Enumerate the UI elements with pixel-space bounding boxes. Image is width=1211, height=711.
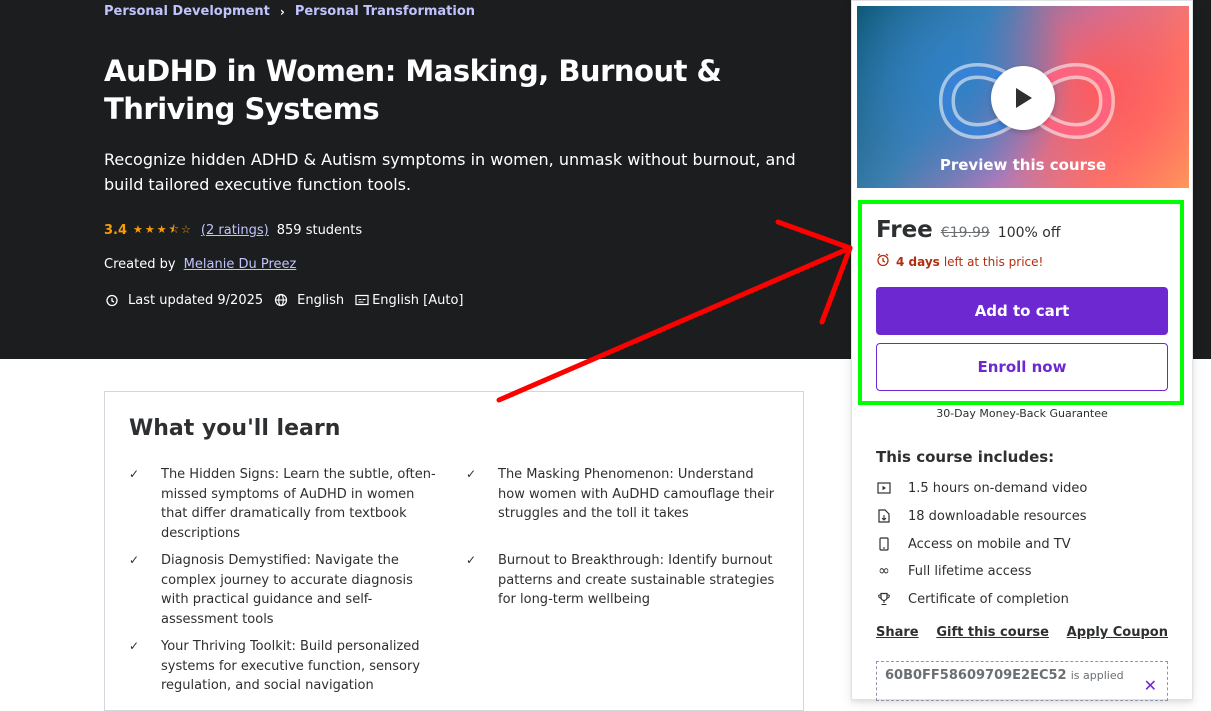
learn-item: ✓ The Hidden Signs: Learn the subtle, of…	[129, 465, 441, 543]
includes-text: 18 downloadable resources	[908, 508, 1087, 524]
money-back-guarantee: 30-Day Money-Back Guarantee	[936, 407, 1108, 420]
author-link[interactable]: Melanie Du Preez	[184, 257, 297, 272]
alarm-icon	[104, 292, 120, 308]
check-icon: ✓	[466, 553, 477, 567]
created-by-label: Created by	[104, 257, 176, 272]
play-icon[interactable]	[991, 66, 1055, 130]
captions-icon	[354, 292, 370, 308]
learn-title: What you'll learn	[129, 416, 341, 441]
rating-value: 3.4	[104, 223, 128, 238]
price-current: Free	[876, 217, 933, 243]
includes-title: This course includes:	[876, 448, 1055, 466]
close-icon[interactable]: ✕	[1144, 676, 1157, 695]
timer-days: 4 days	[896, 254, 940, 269]
breadcrumb: Personal Development › Personal Transfor…	[104, 4, 475, 19]
learn-item-text: Your Thriving Toolkit: Build personalize…	[161, 639, 421, 693]
course-subtitle: Recognize hidden ADHD & Autism symptoms …	[104, 150, 796, 194]
includes-text: Access on mobile and TV	[908, 536, 1071, 552]
includes-item: 18 downloadable resources	[876, 508, 1087, 524]
chevron-right-icon: ›	[279, 4, 285, 19]
infinity-icon: ∞	[878, 563, 890, 579]
created-by: Created by Melanie Du Preez	[104, 257, 296, 272]
add-to-cart-button[interactable]: Add to cart	[876, 287, 1168, 335]
captions: English [Auto]	[354, 292, 464, 308]
gift-course-link[interactable]: Gift this course	[936, 625, 1049, 640]
what-youll-learn: What you'll learn ✓ The Hidden Signs: Le…	[104, 391, 804, 711]
apply-coupon-link[interactable]: Apply Coupon	[1067, 625, 1168, 640]
price-discount: 100% off	[997, 225, 1061, 241]
learn-item-text: The Hidden Signs: Learn the subtle, ofte…	[161, 467, 436, 541]
rating-row: 3.4 ★★★⯪☆ (2 ratings) 859 students	[104, 221, 362, 240]
coupon-applied-text: is applied	[1070, 669, 1124, 682]
includes-item: ∞ Full lifetime access	[876, 563, 1031, 579]
learn-item: ✓ The Masking Phenomenon: Understand how…	[466, 465, 778, 524]
language-text: English	[297, 292, 345, 308]
learn-item: ✓ Diagnosis Demystified: Navigate the co…	[129, 551, 441, 629]
video-icon	[876, 480, 892, 496]
course-title: AuDHD in Women: Masking, Burnout & Thriv…	[104, 54, 722, 126]
captions-text: English [Auto]	[372, 292, 464, 308]
check-icon: ✓	[129, 553, 140, 567]
preview-label: Preview this course	[939, 156, 1107, 174]
includes-text: Certificate of completion	[908, 591, 1069, 607]
includes-text: 1.5 hours on-demand video	[908, 480, 1088, 496]
includes-item: 1.5 hours on-demand video	[876, 480, 1087, 496]
check-icon: ✓	[129, 467, 140, 481]
coupon-code: 60B0FF58609709E2EC52	[885, 668, 1067, 683]
course-meta: Last updated 9/2025 English English [Aut…	[104, 292, 474, 308]
price-row: Free €19.99 100% off	[876, 217, 1060, 243]
includes-item: Certificate of completion	[876, 591, 1069, 607]
learn-item-text: Diagnosis Demystified: Navigate the comp…	[161, 553, 413, 627]
students-count: 859 students	[276, 223, 363, 238]
ratings-count-link[interactable]: (2 ratings)	[201, 223, 269, 238]
price-original: €19.99	[940, 225, 990, 241]
breadcrumb-item-personal-development[interactable]: Personal Development	[104, 4, 270, 19]
check-icon: ✓	[129, 639, 140, 653]
includes-item: Access on mobile and TV	[876, 536, 1071, 552]
enroll-now-button[interactable]: Enroll now	[876, 343, 1168, 391]
timer-text: left at this price!	[943, 254, 1044, 269]
check-icon: ✓	[466, 467, 477, 481]
last-updated-text: Last updated 9/2025	[128, 292, 264, 308]
mobile-icon	[876, 536, 892, 552]
learn-item: ✓ Your Thriving Toolkit: Build personali…	[129, 637, 441, 696]
course-actions: Share Gift this course Apply Coupon	[876, 625, 1168, 640]
globe-icon	[273, 292, 289, 308]
learn-item-text: The Masking Phenomenon: Understand how w…	[498, 467, 775, 521]
share-link[interactable]: Share	[876, 625, 919, 640]
trophy-icon	[876, 591, 892, 607]
price-timer: 4 days left at this price!	[876, 253, 1043, 270]
includes-text: Full lifetime access	[908, 563, 1032, 579]
language: English	[273, 292, 344, 308]
learn-item-text: Burnout to Breakthrough: Identify burnou…	[498, 553, 775, 607]
applied-coupon: 60B0FF58609709E2EC52 is applied ✕	[876, 661, 1168, 701]
last-updated: Last updated 9/2025	[104, 292, 263, 308]
star-rating-icon: ★★★⯪☆	[133, 223, 193, 236]
course-preview[interactable]: Preview this course	[857, 6, 1189, 188]
purchase-sidebar: Preview this course Free €19.99 100% off…	[851, 0, 1193, 701]
alarm-clock-icon	[876, 253, 890, 270]
breadcrumb-item-personal-transformation[interactable]: Personal Transformation	[295, 4, 475, 19]
learn-item: ✓ Burnout to Breakthrough: Identify burn…	[466, 551, 778, 610]
file-download-icon	[876, 508, 892, 524]
